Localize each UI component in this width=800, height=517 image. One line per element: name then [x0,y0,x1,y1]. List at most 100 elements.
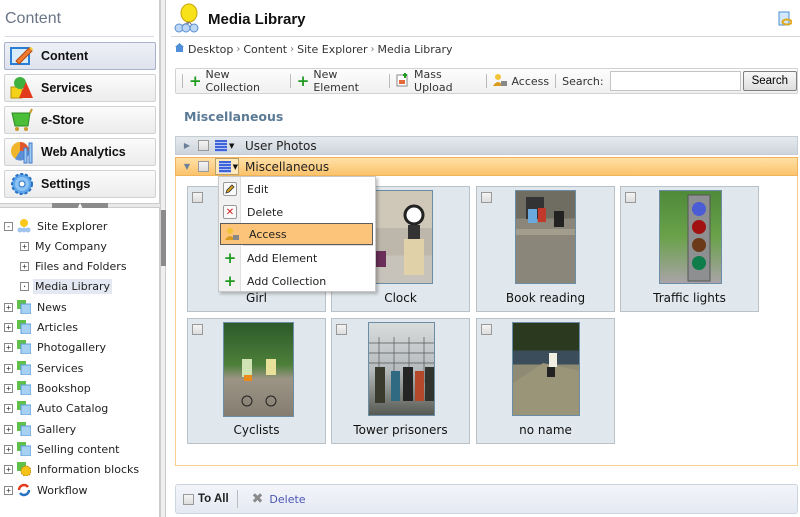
element-thumbnail [367,190,433,284]
expand-icon[interactable]: + [4,444,13,454]
collection-menu-button[interactable]: ▼ [215,138,239,154]
tree-label: Information blocks [37,462,140,476]
element-checkbox[interactable] [625,192,636,203]
element-caption: Cyclists [233,423,280,437]
divider [289,74,291,88]
access-button[interactable]: Access [493,73,549,90]
collapse-arrow-icon[interactable]: ▼ [180,162,194,171]
tree-label: Auto Catalog [37,401,109,415]
mass-upload-icon [396,72,410,90]
vertical-splitter[interactable] [160,0,166,517]
nav-settings[interactable]: Settings [4,170,156,198]
element-caption: no name [519,423,572,437]
tree-label: Services [37,361,84,375]
menu-item-edit[interactable]: Edit [219,178,375,200]
infoblock-icon [17,340,32,355]
shapes-icon [10,76,34,100]
menu-item-access[interactable]: Access [220,223,373,245]
expand-icon[interactable]: + [4,383,13,393]
tree-node-files-and-folders[interactable]: + Files and Folders [20,257,129,275]
new-collection-button[interactable]: + New Collection [189,68,284,94]
nav-services[interactable]: Services [4,74,156,102]
collection-checkbox[interactable] [198,140,209,151]
tree-node-selling-content[interactable]: + Selling content [4,440,121,458]
tree-node-workflow[interactable]: + Workflow [4,481,90,499]
element-caption: Book reading [505,291,586,305]
to-all-checkbox[interactable] [183,493,194,505]
divider [555,74,557,88]
element-checkbox[interactable] [192,324,203,335]
expand-icon[interactable]: + [20,261,29,271]
tree-node-auto-catalog[interactable]: + Auto Catalog [4,399,110,417]
menu-item-label: Access [249,227,287,241]
expand-icon[interactable]: + [4,464,13,474]
new-element-button[interactable]: + New Element [297,68,383,94]
element-thumbnail [659,190,722,284]
tree-node-my-company[interactable]: + My Company [20,237,109,255]
search-input[interactable] [609,71,741,91]
search-button[interactable]: Search [742,71,798,91]
delete-button[interactable]: ✖ Delete [252,491,306,507]
tree-node-information-blocks[interactable]: + Information blocks [4,460,141,478]
element-tile[interactable]: Cyclists [187,318,326,444]
splitter-grip[interactable] [161,210,166,266]
element-caption: Girl [246,291,267,305]
expand-icon[interactable]: + [4,322,13,332]
nav-web-analytics[interactable]: Web Analytics [4,138,156,166]
dropdown-arrow-icon: ▼ [229,141,235,150]
tree-node-bookshop[interactable]: + Bookshop [4,379,93,397]
context-menu: Edit ✕ Delete Access + Add Element + Add… [218,176,376,292]
collection-row-user-photos[interactable]: ▶ ▼ User Photos [175,136,798,155]
mass-upload-button[interactable]: Mass Upload [396,68,480,94]
tree-node-services[interactable]: + Services [4,359,85,377]
home-icon [174,42,185,56]
splitter-grip[interactable]: ▲ [52,203,108,209]
tree-node-articles[interactable]: + Articles [4,318,80,336]
expand-icon[interactable]: + [4,403,13,413]
element-checkbox[interactable] [192,192,203,203]
breadcrumb-desktop[interactable]: Desktop [188,43,233,56]
menu-item-add-element[interactable]: + Add Element [219,247,375,269]
collapse-icon[interactable]: - [4,221,13,231]
expand-icon[interactable]: + [4,424,13,434]
tree-node-news[interactable]: + News [4,298,69,316]
expand-icon[interactable]: + [4,363,13,373]
pencil-icon [223,182,237,196]
element-checkbox[interactable] [481,192,492,203]
expand-arrow-icon[interactable]: ▶ [180,141,194,150]
element-caption: Clock [384,291,417,305]
element-tile[interactable]: no name [476,318,615,444]
collection-checkbox[interactable] [198,161,209,172]
tree-node-site-explorer[interactable]: - Site Explorer [4,217,109,235]
tree-label: Articles [37,320,79,334]
breadcrumb: Desktop › Content › Site Explorer › Media L… [174,42,453,56]
nav-web-analytics-label: Web Analytics [41,145,126,159]
expand-icon[interactable]: + [4,302,13,312]
nav-estore[interactable]: e-Store [4,106,156,134]
expand-icon[interactable]: + [20,241,29,251]
tree-node-photogallery[interactable]: + Photogallery [4,338,108,356]
link-page-icon[interactable] [778,11,793,27]
new-element-label: New Element [313,68,359,94]
element-checkbox[interactable] [336,324,347,335]
breadcrumb-content[interactable]: Content [243,43,287,56]
element-tile[interactable]: Traffic lights [620,186,759,312]
element-tile[interactable]: Tower prisoners [331,318,470,444]
tree-node-gallery[interactable]: + Gallery [4,420,78,438]
element-checkbox[interactable] [481,324,492,335]
menu-item-add-collection[interactable]: + Add Collection [219,270,375,292]
nav-settings-label: Settings [41,177,91,191]
collection-menu-button[interactable]: ▼ [215,158,239,175]
divider [389,74,391,88]
menu-item-delete[interactable]: ✕ Delete [219,201,375,223]
breadcrumb-site-explorer[interactable]: Site Explorer [297,43,367,56]
expand-icon[interactable]: + [4,485,13,495]
tree-node-media-library[interactable]: · Media Library [20,277,112,295]
collection-row-miscellaneous[interactable]: ▼ ▼ Miscellaneous [175,157,798,176]
horizontal-splitter[interactable]: ▲ [0,203,160,209]
tree-label: Gallery [37,422,77,436]
expand-icon[interactable]: + [4,342,13,352]
nav-services-label: Services [41,81,93,95]
nav-content[interactable]: Content [4,42,156,70]
element-tile[interactable]: Book reading [476,186,615,312]
